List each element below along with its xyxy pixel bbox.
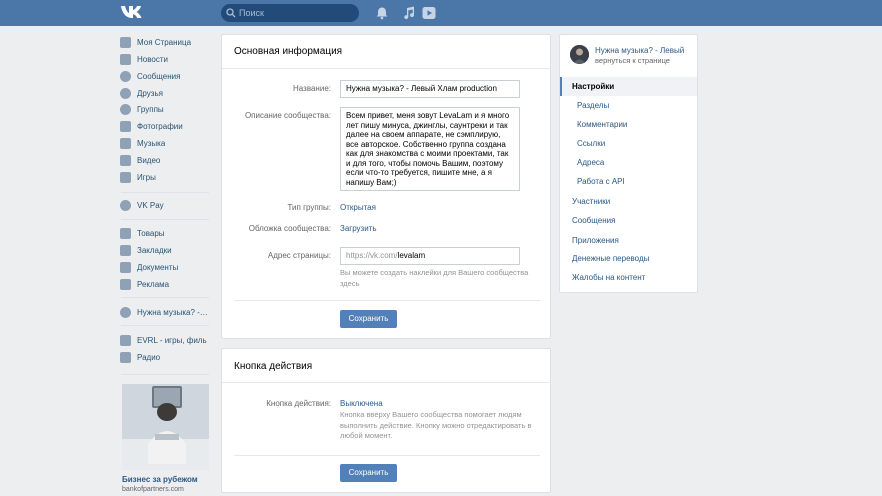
home-icon [120, 36, 131, 48]
nav-divider [121, 297, 209, 298]
community-avatar[interactable] [570, 45, 589, 64]
back-to-page-link[interactable]: вернуться к странице [595, 56, 670, 65]
community-name-link[interactable]: Нужна музыка? - Левый [595, 46, 695, 55]
nav-divider [121, 325, 209, 326]
menu-item-money-transfers[interactable]: Денежные переводы [560, 249, 697, 268]
menu-item-apps[interactable]: Приложения [560, 231, 697, 250]
menu-item-api[interactable]: Работа с API [560, 172, 697, 191]
goods-icon [120, 227, 131, 239]
nav-item-my-page[interactable]: Моя Страница [120, 34, 212, 50]
menu-item-content-reports[interactable]: Жалобы на контент [560, 268, 697, 287]
menu-item-comments[interactable]: Комментарии [560, 115, 697, 134]
nav-item-evrl-app[interactable]: EVRL - игры, филь [120, 332, 212, 348]
music-icon [120, 137, 131, 149]
nav-divider [121, 219, 209, 220]
vkpay-icon [120, 199, 131, 211]
address-input[interactable]: https://vk.com/levalam [340, 247, 520, 265]
menu-item-links[interactable]: Ссылки [560, 134, 697, 153]
action-button-label: Кнопка действия: [266, 399, 331, 408]
description-value: Всем привет, меня зовут LevaLam и я мног… [346, 111, 510, 187]
name-input[interactable]: Нужна музыка? - Левый Хлам production [340, 80, 520, 98]
nav-divider [121, 192, 209, 193]
nav-item-video[interactable]: Видео [120, 152, 212, 168]
nav-item-radio[interactable]: Радио [120, 349, 212, 365]
nav-item-documents[interactable]: Документы [120, 259, 212, 275]
news-icon [120, 53, 131, 65]
save-button[interactable]: Сохранить [340, 464, 397, 482]
radio-icon [120, 351, 131, 363]
nav-item-games[interactable]: Игры [120, 169, 212, 185]
basic-info-card: Основная информация Название: Нужна музы… [221, 34, 551, 339]
app-icon [120, 334, 131, 346]
nav-item-messages[interactable]: Сообщения [120, 68, 212, 84]
name-label: Название: [293, 84, 331, 93]
nav-item-groups[interactable]: Группы [120, 101, 212, 117]
bell-icon[interactable] [375, 6, 389, 20]
search-icon [226, 8, 236, 18]
card-divider [234, 455, 540, 456]
games-icon [120, 171, 131, 183]
group-type-link[interactable]: Открытая [340, 203, 376, 212]
ad-image[interactable] [122, 384, 209, 470]
card-title: Основная информация [234, 46, 343, 57]
nav-item-music[interactable]: Музыка [120, 135, 212, 151]
nav-item-bookmarks[interactable]: Закладки [120, 242, 212, 258]
ad-domain: bankofpartners.com [122, 486, 184, 493]
ads-icon [120, 278, 131, 290]
address-hint: Вы можете создать наклейки для Вашего со… [340, 268, 529, 288]
groups-icon [120, 103, 131, 115]
cover-label: Обложка сообщества: [248, 224, 331, 233]
address-label: Адрес страницы: [267, 251, 331, 260]
nav-item-ads[interactable]: Реклама [120, 276, 212, 292]
documents-icon [120, 261, 131, 273]
settings-menu: Нужна музыка? - Левый вернуться к страни… [559, 34, 698, 293]
nav-item-goods[interactable]: Товары [120, 225, 212, 241]
nav-item-community[interactable]: Нужна музыка? -… [120, 304, 212, 320]
video-play-icon[interactable] [422, 6, 436, 20]
action-button-status-link[interactable]: Выключена [340, 399, 383, 408]
menu-item-addresses[interactable]: Адреса [560, 153, 697, 172]
group-type-label: Тип группы: [287, 203, 331, 212]
address-value: levalam [397, 251, 426, 260]
nav-divider [121, 374, 209, 375]
nav-item-news[interactable]: Новости [120, 51, 212, 67]
name-value: Нужна музыка? - Левый Хлам production [346, 84, 497, 93]
top-bar: Поиск [0, 0, 882, 26]
nav-item-photos[interactable]: Фотографии [120, 118, 212, 134]
ad-illustration [122, 384, 209, 470]
action-button-card: Кнопка действия Кнопка действия: Выключе… [221, 348, 551, 493]
cover-upload-link[interactable]: Загрузить [340, 224, 377, 233]
search-field[interactable]: Поиск [221, 4, 359, 22]
community-icon [120, 306, 131, 318]
save-button[interactable]: Сохранить [340, 310, 397, 328]
card-divider [234, 300, 540, 301]
description-textarea[interactable]: Всем привет, меня зовут LevaLam и я мног… [340, 107, 520, 191]
photos-icon [120, 120, 131, 132]
address-prefix: https://vk.com/ [346, 251, 398, 260]
music-note-icon[interactable] [402, 6, 416, 20]
avatar-image [570, 45, 589, 64]
action-button-hint: Кнопка вверху Вашего сообщества помогает… [340, 410, 532, 440]
search-placeholder: Поиск [239, 8, 264, 18]
video-icon [120, 154, 131, 166]
nav-item-vkpay[interactable]: VK Pay [120, 197, 212, 213]
vk-logo-icon[interactable] [120, 4, 144, 20]
card-divider [222, 382, 550, 383]
nav-item-friends[interactable]: Друзья [120, 85, 212, 101]
menu-item-messages[interactable]: Сообщения [560, 211, 697, 230]
friends-icon [120, 87, 131, 99]
card-divider [222, 68, 550, 69]
card-title: Кнопка действия [234, 361, 313, 372]
menu-item-members[interactable]: Участники [560, 192, 697, 211]
messages-icon [120, 70, 131, 82]
description-label: Описание сообщества: [244, 111, 331, 120]
ad-title[interactable]: Бизнес за рубежом [122, 475, 198, 484]
bookmarks-icon [120, 244, 131, 256]
menu-item-settings[interactable]: Настройки [560, 77, 697, 96]
menu-item-sections[interactable]: Разделы [560, 96, 697, 115]
